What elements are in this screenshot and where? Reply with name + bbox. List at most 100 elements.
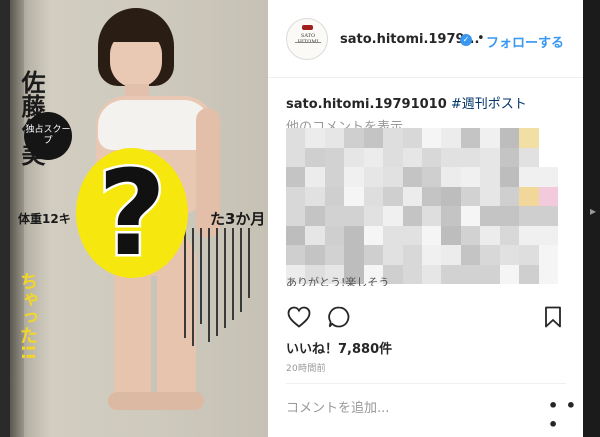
- comment-input[interactable]: コメントを追加...: [286, 397, 516, 416]
- duration-headline: た3か月: [210, 210, 266, 228]
- mosaic-tile: [538, 206, 558, 226]
- bangs: [106, 16, 166, 42]
- mosaic-tile: [286, 186, 306, 206]
- mosaic-tile: [460, 206, 481, 226]
- post-actions: [268, 296, 583, 336]
- mosaic-tile: [344, 245, 364, 265]
- mosaic-tile: [286, 206, 306, 226]
- mosaic-tile: [441, 206, 461, 226]
- mosaic-tile: [344, 167, 364, 187]
- caption-username[interactable]: sato.hitomi.19791010: [286, 97, 447, 112]
- mosaic-tile: [519, 186, 539, 206]
- mosaic-tile: [402, 128, 422, 148]
- pixelated-comments: [286, 128, 558, 284]
- mosaic-tile: [286, 167, 306, 187]
- mosaic-tile: [402, 167, 422, 187]
- mosaic-tile: [499, 167, 520, 187]
- post-sidebar: SATO HITOMI sato.hitomi.1979... ✓ • フォロー…: [268, 0, 583, 437]
- mosaic-tile: [422, 128, 442, 148]
- mosaic-tile: [344, 186, 364, 206]
- mosaic-tile: [499, 128, 520, 148]
- scoop-badge: 独占スクープ: [24, 112, 72, 160]
- mosaic-tile: [480, 245, 500, 265]
- mosaic-tile: [499, 245, 520, 265]
- mosaic-tile: [422, 225, 442, 245]
- mosaic-tile: [460, 167, 481, 187]
- mosaic-tile: [519, 264, 539, 284]
- mosaic-tile: [538, 264, 558, 284]
- more-options-icon[interactable]: • • •: [548, 396, 583, 434]
- mosaic-tile: [324, 167, 345, 187]
- left-edge: [0, 0, 10, 437]
- comment-icon[interactable]: [326, 304, 352, 330]
- mosaic-tile: [363, 206, 384, 226]
- mosaic-tile: [538, 167, 558, 187]
- mosaic-tile: [441, 147, 461, 167]
- mosaic-tile: [363, 167, 384, 187]
- mosaic-tile: [402, 225, 422, 245]
- mosaic-tile: [286, 225, 306, 245]
- mosaic-tile: [499, 264, 520, 284]
- mosaic-tile: [460, 264, 481, 284]
- mosaic-tile: [441, 186, 461, 206]
- mosaic-tile: [324, 245, 345, 265]
- mosaic-tile: [499, 206, 520, 226]
- post-header: SATO HITOMI sato.hitomi.1979... ✓ • フォロー…: [268, 0, 583, 78]
- mosaic-tile: [499, 225, 520, 245]
- post-photo[interactable]: 佐藤仁美 独占スクープ 体重12キ た3か月 ちゃった!! ?: [10, 0, 268, 437]
- avatar[interactable]: SATO HITOMI: [286, 18, 328, 60]
- mosaic-tile: [519, 245, 539, 265]
- mosaic-tile: [402, 245, 422, 265]
- next-arrow-icon[interactable]: ▸: [590, 204, 596, 218]
- heart-icon[interactable]: [286, 304, 312, 330]
- follow-button[interactable]: フォローする: [486, 32, 564, 51]
- mosaic-tile: [422, 245, 442, 265]
- like-count[interactable]: いいね！7,880件: [286, 338, 392, 357]
- mosaic-tile: [305, 225, 325, 245]
- mosaic-tile: [344, 147, 364, 167]
- mosaic-tile: [460, 147, 481, 167]
- feet: [108, 392, 204, 410]
- partially-hidden-comment: ありがとう!楽しそう: [286, 276, 390, 286]
- mosaic-tile: [402, 186, 422, 206]
- mosaic-tile: [344, 128, 364, 148]
- mosaic-tile: [480, 206, 500, 226]
- avatar-crest: [302, 25, 313, 30]
- mosaic-tile: [286, 147, 306, 167]
- mosaic-tile: [324, 147, 345, 167]
- mosaic-tile: [363, 147, 384, 167]
- mosaic-tile: [305, 186, 325, 206]
- mosaic-tile: [519, 206, 539, 226]
- mosaic-tile: [324, 225, 345, 245]
- mosaic-tile: [519, 225, 539, 245]
- mosaic-tile: [480, 225, 500, 245]
- leg-gap: [151, 276, 157, 400]
- viewer-margin: [583, 0, 600, 437]
- mosaic-tile: [383, 225, 403, 245]
- caption-hashtag[interactable]: #週刊ポスト: [451, 97, 527, 112]
- mosaic-tile: [383, 186, 403, 206]
- mosaic-tile: [441, 245, 461, 265]
- mosaic-tile: [538, 245, 558, 265]
- mosaic-tile: [286, 128, 306, 148]
- mosaic-tile: [480, 128, 500, 148]
- mosaic-tile: [519, 128, 539, 148]
- mosaic-tile: [441, 225, 461, 245]
- mosaic-tile: [460, 128, 481, 148]
- mosaic-tile: [460, 225, 481, 245]
- mosaic-tile: [305, 245, 325, 265]
- post-viewer: 佐藤仁美 独占スクープ 体重12キ た3か月 ちゃった!! ? SATO HIT…: [0, 0, 600, 437]
- mosaic-tile: [402, 206, 422, 226]
- username-link[interactable]: sato.hitomi.1979...: [340, 32, 479, 47]
- mosaic-tile: [422, 206, 442, 226]
- mosaic-tile: [383, 147, 403, 167]
- bookmark-icon[interactable]: [540, 304, 566, 330]
- mosaic-tile: [344, 225, 364, 245]
- divider: [286, 383, 566, 384]
- separator-dot: •: [477, 31, 485, 46]
- mosaic-tile: [441, 264, 461, 284]
- yellow-vertical-text: ちゃった!!: [17, 272, 38, 361]
- mosaic-tile: [402, 147, 422, 167]
- post-timestamp[interactable]: 20時間前: [286, 361, 326, 374]
- mosaic-tile: [363, 225, 384, 245]
